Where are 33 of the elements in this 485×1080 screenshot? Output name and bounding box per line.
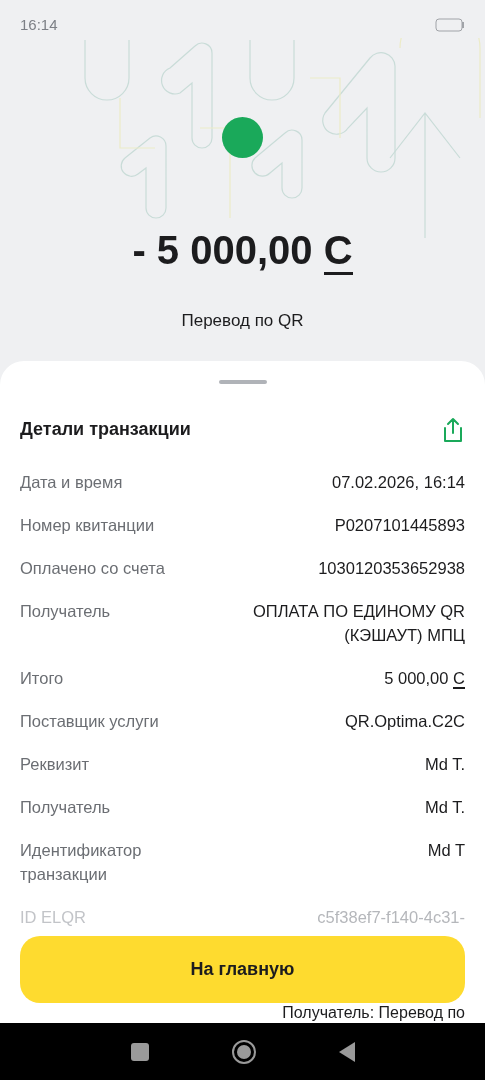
detail-value: Md T. — [424, 753, 465, 775]
detail-label: ID ELQR — [20, 906, 87, 928]
circle-icon — [222, 116, 263, 158]
detail-label: Реквизит — [20, 753, 89, 775]
detail-label: Поставщик услуги — [20, 710, 159, 732]
sheet-handle[interactable] — [218, 380, 267, 385]
detail-label: Оплачено со счета — [20, 557, 165, 579]
detail-value: Md T. — [424, 796, 465, 818]
detail-value: P0207101445893 — [334, 514, 465, 536]
square-icon[interactable] — [130, 1042, 149, 1061]
detail-value: 5 000,00 С — [384, 667, 465, 690]
recipient-text: Получатель: Перевод по — [282, 1003, 465, 1024]
detail-value: ОПЛАТА ПО ЕДИНОМУ QR (КЭШАУТ) МПЦ — [252, 600, 465, 646]
detail-label: Номер квитанции — [20, 514, 155, 536]
detail-label: Идентификатор транзакции — [20, 839, 143, 885]
detail-value: c5f38ef7-f140-4c31- — [317, 906, 465, 928]
detail-label: Получатель — [20, 796, 111, 818]
back-icon[interactable] — [338, 1041, 355, 1062]
home-icon[interactable] — [230, 1038, 257, 1065]
detail-label: Дата и время — [20, 471, 123, 493]
battery-icon — [435, 18, 465, 33]
detail-label: Получатель — [20, 600, 111, 622]
detail-label: Итого — [20, 667, 64, 689]
home-button[interactable]: На главную — [20, 936, 465, 1004]
share-icon[interactable] — [441, 416, 465, 443]
detail-value: QR.Optima.C2C — [344, 710, 465, 732]
status-time: 16:14 — [20, 15, 58, 36]
details-title: Детали транзакции — [20, 418, 191, 442]
detail-value: 07.02.2026, 16:14 — [331, 471, 465, 493]
detail-value: Md T — [427, 839, 465, 861]
detail-value: 1030120353652938 — [318, 557, 465, 579]
transfer-title: Перевод по QR — [181, 309, 304, 332]
amount-text: - 5 000,00 С — [132, 225, 353, 278]
